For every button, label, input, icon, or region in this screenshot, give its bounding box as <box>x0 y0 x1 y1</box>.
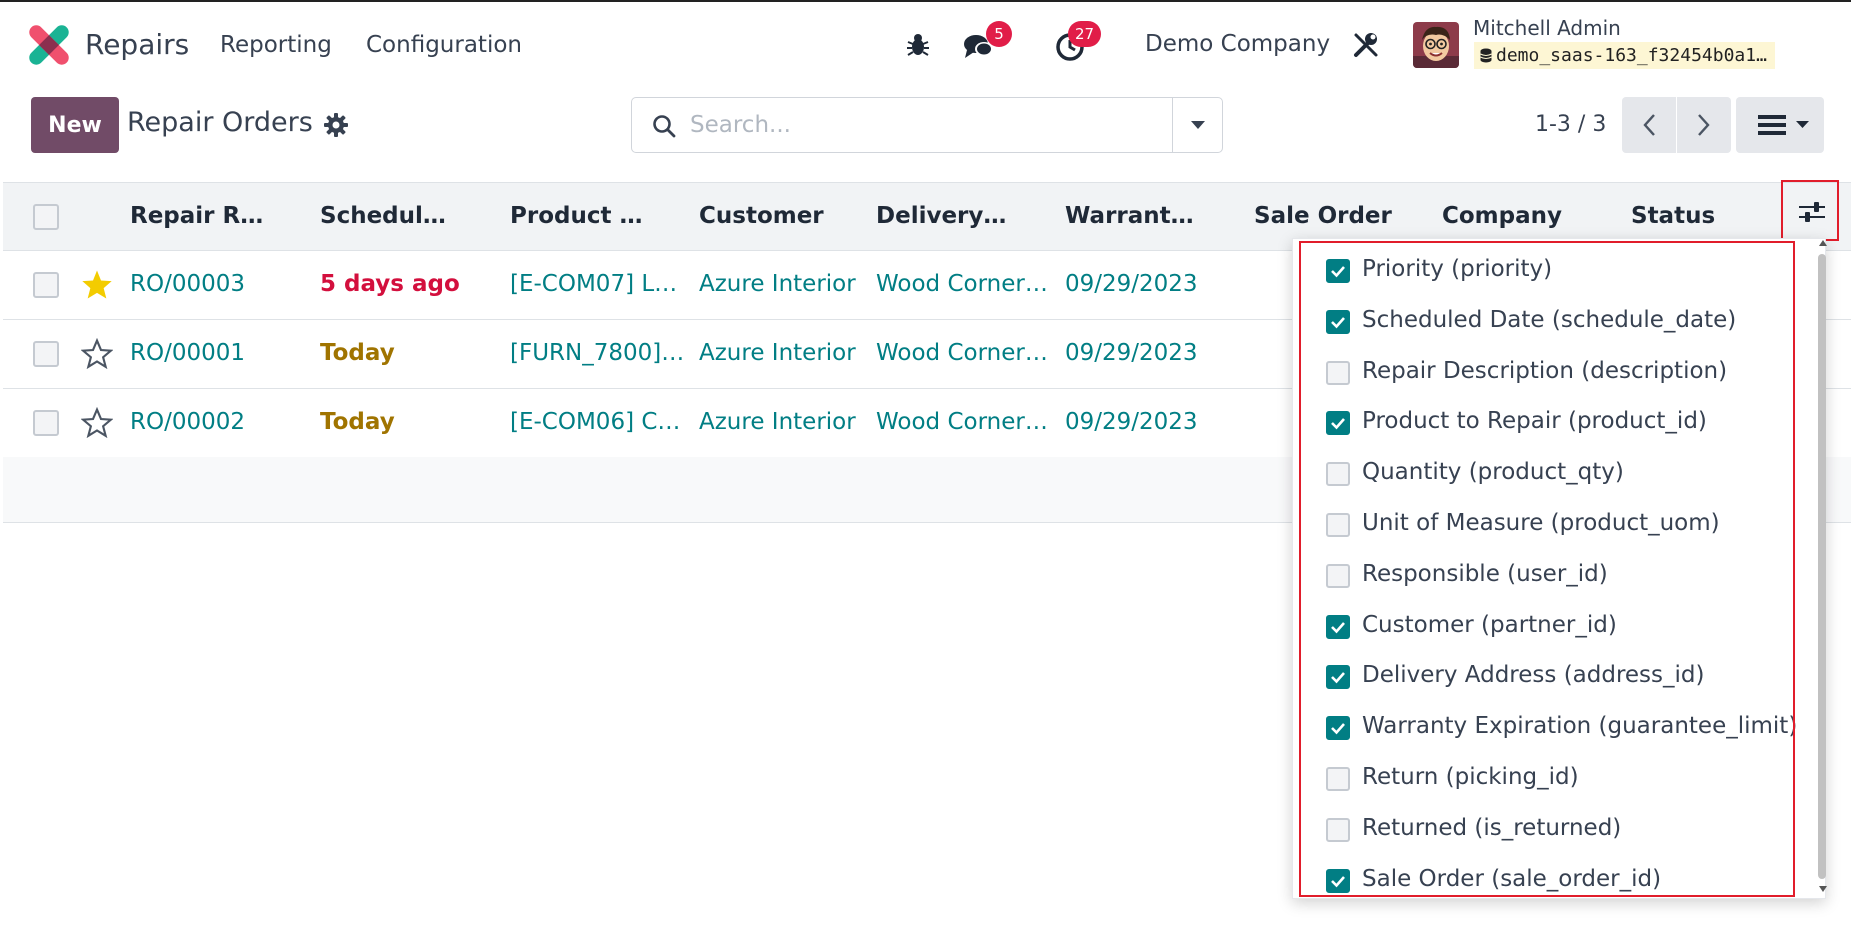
warranty-expiration: 09/29/2023 <box>1065 271 1198 297</box>
scroll-down-arrow-icon[interactable] <box>1819 886 1827 892</box>
search-icon <box>653 115 676 138</box>
sliders-icon <box>1799 202 1825 222</box>
product[interactable]: [E-COM06] C… <box>510 409 685 435</box>
delivery-address[interactable]: Wood Corner… <box>876 271 1054 297</box>
search-bar <box>631 97 1223 153</box>
column-header-status[interactable]: Status <box>1631 203 1715 229</box>
activities-badge: 27 <box>1068 21 1102 47</box>
database-icon <box>1480 48 1492 63</box>
new-button[interactable]: New <box>31 97 119 153</box>
delivery-address[interactable]: Wood Corner… <box>876 409 1054 435</box>
search-options-toggle[interactable] <box>1172 98 1222 152</box>
repair-reference[interactable]: RO/00003 <box>130 271 310 297</box>
view-switcher-button[interactable] <box>1736 97 1824 153</box>
tools-icon[interactable] <box>1352 31 1380 59</box>
column-header-customer[interactable]: Customer <box>699 203 824 229</box>
dropdown-scrollbar-thumb[interactable] <box>1818 254 1826 879</box>
row-checkbox[interactable] <box>33 272 59 298</box>
company-switcher[interactable]: Demo Company <box>1145 31 1330 57</box>
column-header-delivery[interactable]: Delivery… <box>876 203 1006 229</box>
user-name[interactable]: Mitchell Admin <box>1473 16 1621 40</box>
top-navbar: Repairs Reporting Configuration 5 27 Dem… <box>0 0 1851 84</box>
scheduled-date: 5 days ago <box>320 271 460 297</box>
product[interactable]: [E-COM07] L… <box>510 271 685 297</box>
optional-columns-toggle[interactable] <box>1781 180 1839 241</box>
delivery-address[interactable]: Wood Corner… <box>876 340 1054 366</box>
column-header-company[interactable]: Company <box>1442 203 1562 229</box>
row-checkbox[interactable] <box>33 341 59 367</box>
dropdown-highlight-box <box>1299 241 1795 897</box>
database-name: demo_saas-163_f32454b0a1… <box>1474 42 1775 69</box>
scheduled-date: Today <box>320 409 395 435</box>
column-header-scheduled-date[interactable]: Schedul… <box>320 203 446 229</box>
repairs-app-logo[interactable] <box>28 24 70 66</box>
caret-down-icon <box>1191 121 1205 129</box>
star-outline-icon[interactable] <box>81 338 113 369</box>
select-all-checkbox[interactable] <box>33 204 59 230</box>
database-label: demo_saas-163_f32454b0a1… <box>1496 45 1767 66</box>
bug-icon[interactable] <box>906 32 930 58</box>
customer[interactable]: Azure Interior <box>699 409 869 435</box>
pager-next-button[interactable] <box>1677 97 1731 153</box>
scheduled-date: Today <box>320 340 395 366</box>
column-header-sale-order[interactable]: Sale Order <box>1254 203 1392 229</box>
warranty-expiration: 09/29/2023 <box>1065 340 1198 366</box>
column-header-product[interactable]: Product … <box>510 203 642 229</box>
product[interactable]: [FURN_7800]… <box>510 340 685 366</box>
chevron-left-icon <box>1643 114 1655 136</box>
column-header-warranty[interactable]: Warrant… <box>1065 203 1194 229</box>
list-view-icon <box>1758 115 1786 135</box>
pager-value[interactable]: 1-3 / 3 <box>1535 112 1606 137</box>
caret-down-icon <box>1796 121 1809 128</box>
menu-configuration[interactable]: Configuration <box>366 32 522 58</box>
customer[interactable]: Azure Interior <box>699 340 869 366</box>
customer[interactable]: Azure Interior <box>699 271 869 297</box>
column-header-repair-reference[interactable]: Repair R… <box>130 203 263 229</box>
warranty-expiration: 09/29/2023 <box>1065 409 1198 435</box>
gear-icon[interactable] <box>324 113 348 137</box>
user-avatar[interactable] <box>1413 22 1459 68</box>
repair-reference[interactable]: RO/00001 <box>130 340 310 366</box>
star-filled-icon[interactable] <box>81 269 113 300</box>
pager-previous-button[interactable] <box>1622 97 1676 153</box>
star-outline-icon[interactable] <box>81 407 113 438</box>
page-title[interactable]: Repair Orders <box>127 107 313 138</box>
app-name[interactable]: Repairs <box>85 28 189 61</box>
search-input[interactable] <box>690 108 1150 142</box>
messages-badge: 5 <box>986 21 1012 47</box>
repair-reference[interactable]: RO/00002 <box>130 409 310 435</box>
row-checkbox[interactable] <box>33 410 59 436</box>
chevron-right-icon <box>1698 114 1710 136</box>
menu-reporting[interactable]: Reporting <box>220 32 332 58</box>
scroll-up-arrow-icon[interactable] <box>1819 240 1827 246</box>
